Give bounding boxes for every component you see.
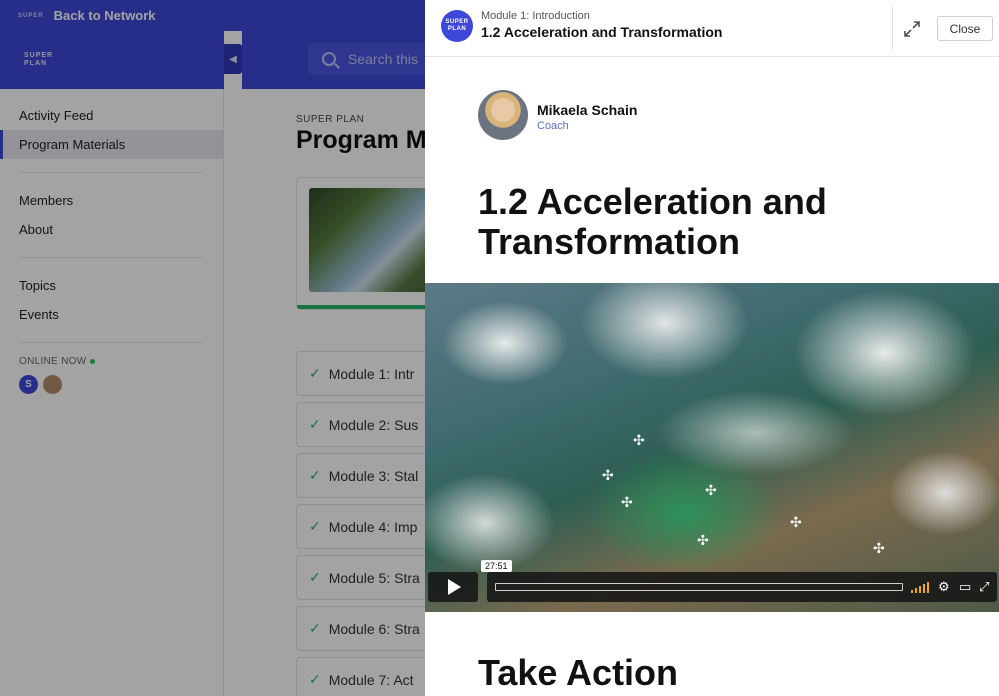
wind-turbine-icon: ✣ <box>790 514 802 530</box>
video-player[interactable]: ✣ ✣ ✣ ✣ ✣ ✣ ✣ 27:51 ⚙ ▭ ⤢ <box>425 283 999 612</box>
video-controls: 27:51 ⚙ ▭ ⤢ <box>425 560 999 604</box>
wind-turbine-icon: ✣ <box>697 532 709 548</box>
wind-turbine-icon: ✣ <box>633 432 645 448</box>
lesson-module-label: Module 1: Introduction <box>481 10 590 22</box>
lesson-title: 1.2 Acceleration and Transformation <box>478 181 827 262</box>
settings-icon[interactable]: ⚙ <box>938 579 950 595</box>
modal-overlay[interactable] <box>0 0 425 696</box>
expand-button[interactable] <box>901 18 923 40</box>
airplay-icon[interactable]: ▭ <box>959 579 971 595</box>
program-logo: SUPER PLAN <box>441 10 473 42</box>
author-role: Coach <box>537 120 569 132</box>
volume-icon[interactable] <box>911 581 931 593</box>
header-divider <box>892 6 893 50</box>
close-button[interactable]: Close <box>937 16 993 41</box>
wind-turbine-icon: ✣ <box>705 482 717 498</box>
lesson-panel: SUPER PLAN Module 1: Introduction 1.2 Ac… <box>425 0 999 696</box>
section-heading: Take Action <box>478 652 679 693</box>
play-icon <box>448 579 461 595</box>
video-time-tooltip: 27:51 <box>481 560 512 572</box>
video-control-bar: ⚙ ▭ ⤢ <box>487 572 997 602</box>
lesson-panel-header: SUPER PLAN Module 1: Introduction 1.2 Ac… <box>425 0 999 57</box>
play-button[interactable] <box>428 572 478 602</box>
wind-turbine-icon: ✣ <box>602 467 614 483</box>
fullscreen-icon[interactable]: ⤢ <box>979 579 989 595</box>
author-avatar[interactable] <box>478 90 528 140</box>
lesson-header-title: 1.2 Acceleration and Transformation <box>481 24 723 40</box>
wind-turbine-icon: ✣ <box>873 540 885 556</box>
video-progress-track[interactable] <box>495 583 903 591</box>
expand-icon <box>904 21 920 37</box>
author-name[interactable]: Mikaela Schain <box>537 102 637 118</box>
wind-turbine-icon: ✣ <box>621 494 633 510</box>
